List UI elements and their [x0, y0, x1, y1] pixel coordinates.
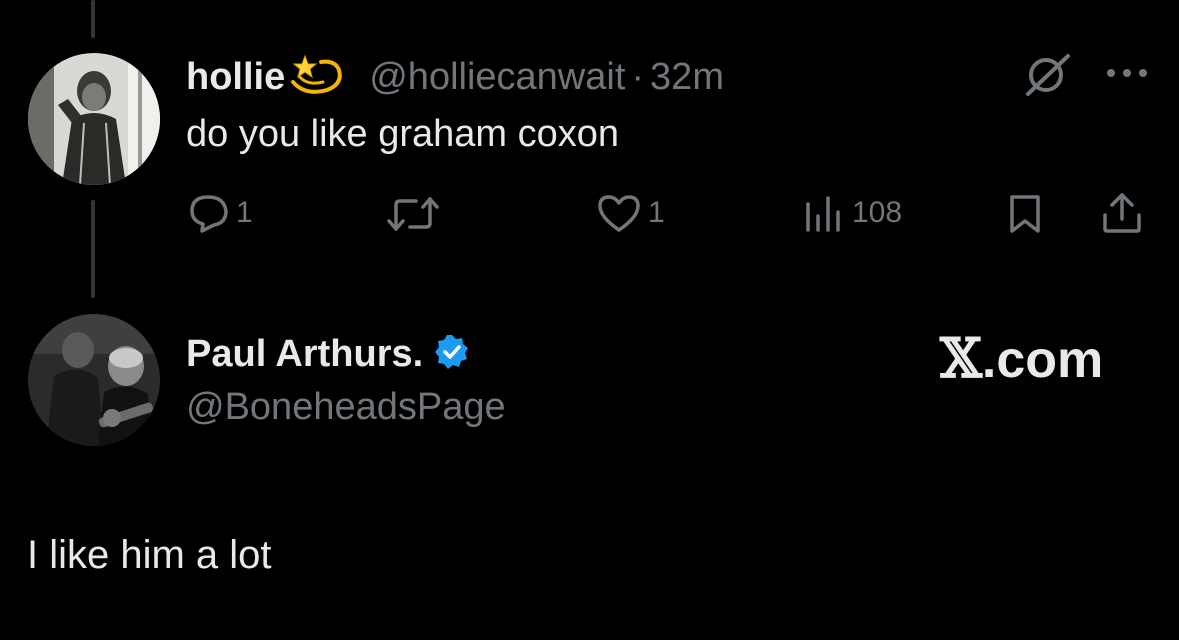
bookmark-action[interactable]: [1006, 193, 1044, 235]
thread-line-top: [91, 0, 95, 38]
reply-action[interactable]: 1: [188, 193, 253, 233]
reply-icon: [188, 193, 230, 233]
x-logo-icon: 𝕏: [940, 326, 982, 390]
like-action[interactable]: 1: [596, 193, 665, 233]
verified-badge-icon: [433, 333, 471, 376]
share-icon: [1100, 191, 1144, 235]
bookmark-icon: [1006, 193, 1044, 235]
retweet-icon: [386, 195, 440, 233]
separator-dot: ·: [631, 56, 645, 98]
reply-handle[interactable]: @BoneheadsPage: [186, 386, 506, 429]
reply-display-name[interactable]: Paul Arthurs.: [186, 333, 423, 376]
views-count: 108: [852, 196, 903, 229]
retweet-action[interactable]: [386, 195, 446, 233]
views-icon: [802, 194, 846, 232]
hollie-avatar[interactable]: [28, 53, 160, 185]
tweet-text: do you like graham coxon: [186, 113, 620, 155]
reply-count: 1: [236, 196, 253, 229]
handle[interactable]: @holliecanwait: [369, 56, 625, 99]
tweet-header: hollie @holliecanwait · 32m: [186, 52, 724, 103]
dizzy-icon: [287, 52, 347, 103]
x-com-suffix: .com: [981, 331, 1104, 389]
reply-header: Paul Arthurs.: [186, 333, 471, 376]
like-count: 1: [648, 196, 665, 229]
reply-text: I like him a lot: [27, 533, 272, 577]
grok-icon[interactable]: [1022, 50, 1074, 105]
timestamp[interactable]: 32m: [650, 56, 724, 99]
thread-line-bottom: [91, 200, 95, 298]
display-name[interactable]: hollie: [186, 56, 285, 99]
heart-icon: [596, 193, 642, 233]
x-com-watermark: 𝕏 .com: [940, 326, 1103, 390]
paul-arthurs-avatar[interactable]: [28, 314, 160, 446]
share-action[interactable]: [1100, 191, 1144, 235]
more-options-icon[interactable]: [1104, 66, 1150, 85]
views-action[interactable]: 108: [802, 194, 902, 232]
